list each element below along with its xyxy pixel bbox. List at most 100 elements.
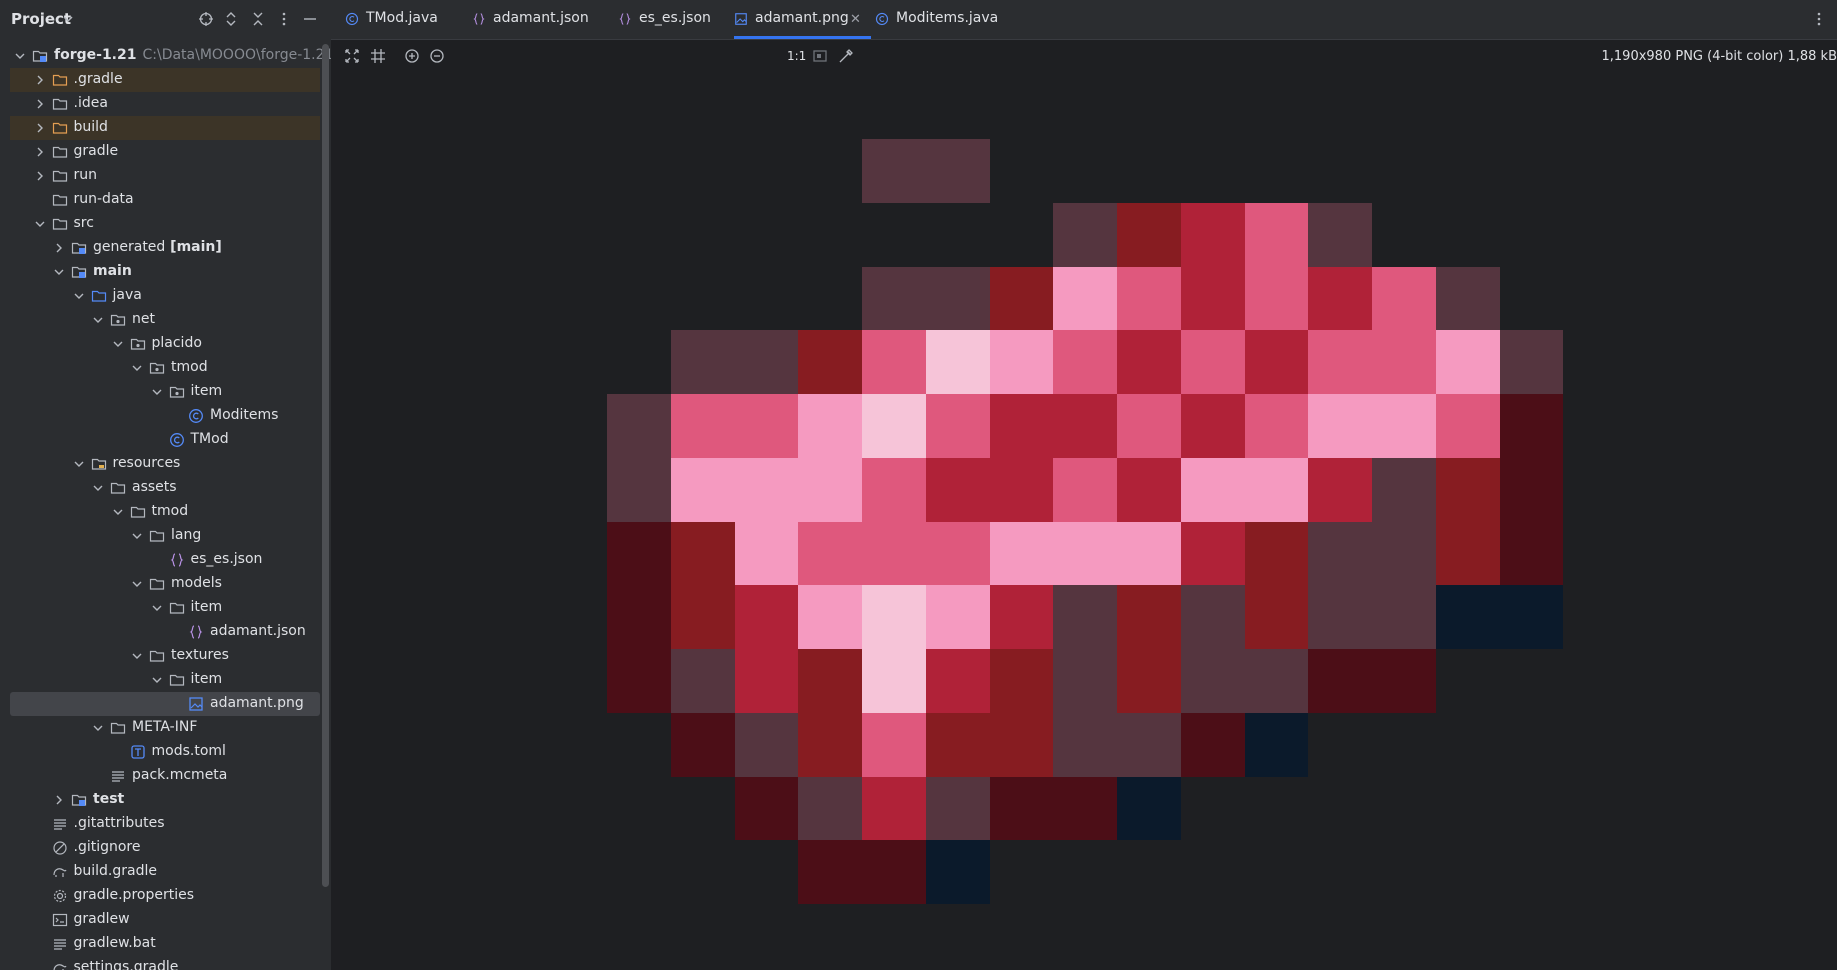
tree-item[interactable]: generated [main] bbox=[10, 236, 320, 260]
tree-item-label: TMod bbox=[191, 431, 229, 447]
background-toggle-icon[interactable] bbox=[812, 48, 828, 64]
tree-item[interactable]: forge-1.21 C:\Data\MOOOO\forge-1.21 bbox=[10, 44, 331, 68]
tree-item[interactable]: .gitignore bbox=[10, 836, 320, 860]
chevron-down-icon[interactable] bbox=[34, 218, 46, 230]
image-pixel bbox=[1053, 266, 1117, 331]
chevron-down-icon[interactable] bbox=[112, 338, 124, 350]
chevron-down-icon[interactable] bbox=[92, 482, 104, 494]
tree-item[interactable]: net bbox=[10, 308, 320, 332]
tree-item[interactable]: tmod bbox=[10, 500, 320, 524]
chevron-right-icon[interactable] bbox=[53, 794, 65, 806]
tree-item[interactable]: build.gradle bbox=[10, 860, 320, 884]
more-tabs-icon[interactable] bbox=[1811, 10, 1827, 28]
editor-tab[interactable]: adamant.png ✕ bbox=[734, 0, 871, 39]
chevron-down-icon[interactable] bbox=[53, 266, 65, 278]
tree-item[interactable]: .gitattributes bbox=[10, 812, 320, 836]
tree-item[interactable]: tmod bbox=[10, 356, 320, 380]
tree-item-name: lang bbox=[171, 527, 202, 543]
editor-tab[interactable]: adamant.json bbox=[472, 0, 610, 39]
tree-item[interactable]: adamant.json bbox=[10, 620, 320, 644]
chevron-down-icon[interactable] bbox=[131, 530, 143, 542]
editor-tab[interactable]: TMod.java bbox=[345, 0, 465, 39]
chevron-right-icon[interactable] bbox=[34, 98, 46, 110]
tree-item[interactable]: gradlew.bat bbox=[10, 932, 320, 956]
image-pixel bbox=[990, 840, 1054, 904]
tree-item[interactable]: META-INF bbox=[10, 716, 320, 740]
image-pixel bbox=[990, 139, 1054, 203]
tree-item-name: placido bbox=[151, 335, 202, 351]
tree-scrollbar[interactable] bbox=[322, 44, 329, 887]
tree-item[interactable]: run bbox=[10, 164, 320, 188]
image-pixel bbox=[1117, 457, 1181, 522]
tree-item[interactable]: build bbox=[10, 116, 320, 140]
fit-zoom-icon[interactable] bbox=[344, 48, 360, 64]
project-sidebar: Project forge-1.21 C:\Data\MOOOO\forge-1.… bbox=[0, 0, 331, 970]
tree-item[interactable]: adamant.png bbox=[10, 692, 320, 716]
chevron-down-icon[interactable] bbox=[112, 506, 124, 518]
chevron-down-icon[interactable] bbox=[73, 458, 85, 470]
actual-size-button[interactable]: 1:1 bbox=[787, 49, 806, 63]
tree-item[interactable]: models bbox=[10, 572, 320, 596]
minimize-icon[interactable] bbox=[302, 11, 318, 27]
chevron-down-icon[interactable] bbox=[73, 290, 85, 302]
tree-item[interactable]: src bbox=[10, 212, 320, 236]
editor-tab[interactable]: Moditems.java bbox=[875, 0, 1005, 39]
chevron-down-icon[interactable] bbox=[151, 674, 163, 686]
chevron-down-icon[interactable] bbox=[62, 13, 74, 25]
grid-icon[interactable] bbox=[370, 48, 386, 64]
tree-item[interactable]: mods.toml bbox=[10, 740, 320, 764]
tree-item[interactable]: resources bbox=[10, 452, 320, 476]
chevron-down-icon[interactable] bbox=[92, 314, 104, 326]
chevron-right-icon[interactable] bbox=[34, 74, 46, 86]
tree-item[interactable]: item bbox=[10, 596, 320, 620]
chevron-right-icon[interactable] bbox=[53, 242, 65, 254]
chevron-right-icon[interactable] bbox=[34, 122, 46, 134]
more-options-icon[interactable] bbox=[276, 11, 292, 27]
tree-item[interactable]: gradle.properties bbox=[10, 884, 320, 908]
tree-item[interactable]: .gradle bbox=[10, 68, 320, 92]
chevron-down-icon[interactable] bbox=[14, 50, 26, 62]
tree-item[interactable]: gradlew bbox=[10, 908, 320, 932]
chevron-down-icon[interactable] bbox=[131, 362, 143, 374]
tree-item[interactable]: main bbox=[10, 260, 320, 284]
tree-item[interactable]: textures bbox=[10, 644, 320, 668]
tree-item[interactable]: item bbox=[10, 668, 320, 692]
close-tab-icon[interactable]: ✕ bbox=[850, 12, 861, 27]
image-canvas[interactable] bbox=[331, 74, 1837, 970]
image-pixel bbox=[989, 776, 1054, 841]
locate-icon[interactable] bbox=[198, 11, 214, 27]
image-pixel bbox=[1308, 585, 1372, 649]
tree-item-name: META-INF bbox=[132, 719, 198, 735]
tree-item[interactable]: pack.mcmeta bbox=[10, 764, 320, 788]
chevron-down-icon[interactable] bbox=[92, 722, 104, 734]
tree-item[interactable]: es_es.json bbox=[10, 548, 320, 572]
chevron-down-icon[interactable] bbox=[131, 650, 143, 662]
tree-item[interactable]: TMod bbox=[10, 428, 320, 452]
image-pixel bbox=[671, 267, 735, 331]
chevron-down-icon[interactable] bbox=[131, 578, 143, 590]
collapse-all-icon[interactable] bbox=[250, 11, 266, 27]
tree-item[interactable]: placido bbox=[10, 332, 320, 356]
tree-item[interactable]: lang bbox=[10, 524, 320, 548]
color-picker-icon[interactable] bbox=[838, 48, 854, 64]
zoom-out-icon[interactable] bbox=[429, 48, 445, 64]
tree-item[interactable]: assets bbox=[10, 476, 320, 500]
tree-item[interactable]: gradle bbox=[10, 140, 320, 164]
tree-item[interactable]: test bbox=[10, 788, 320, 812]
tree-item[interactable]: run-data bbox=[10, 188, 320, 212]
image-pixel bbox=[607, 139, 671, 203]
chevron-down-icon[interactable] bbox=[151, 386, 163, 398]
tree-item[interactable]: .idea bbox=[10, 92, 320, 116]
tree-item[interactable]: java bbox=[10, 284, 320, 308]
image-pixel bbox=[607, 521, 671, 586]
chevron-right-icon[interactable] bbox=[34, 146, 46, 158]
tree-item[interactable]: Moditems bbox=[10, 404, 320, 428]
tree-item[interactable]: settings.gradle bbox=[10, 956, 320, 970]
editor-tab[interactable]: es_es.json bbox=[618, 0, 726, 39]
expand-all-icon[interactable] bbox=[223, 11, 239, 27]
chevron-down-icon[interactable] bbox=[151, 602, 163, 614]
tree-item[interactable]: item bbox=[10, 380, 320, 404]
image-pixel bbox=[989, 712, 1054, 777]
chevron-right-icon[interactable] bbox=[34, 170, 46, 182]
zoom-in-icon[interactable] bbox=[404, 48, 420, 64]
